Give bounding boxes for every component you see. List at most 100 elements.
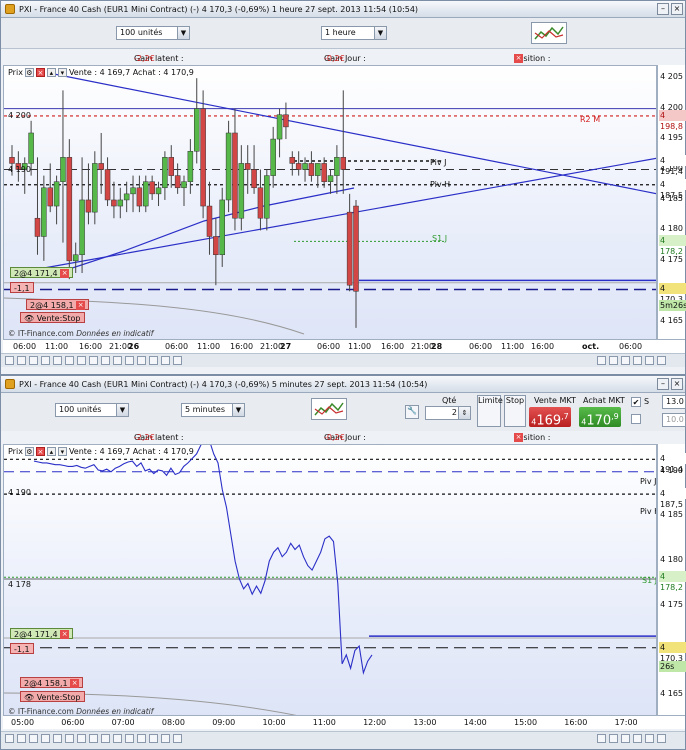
sell-market-button[interactable]: 4169,7 <box>529 407 571 428</box>
pl-value: -1,1 <box>14 284 30 293</box>
vente-stop-tag[interactable]: 👁 Vente:Stop <box>20 312 85 323</box>
scroll-left-icon[interactable] <box>621 356 630 365</box>
tool-icon[interactable] <box>173 734 182 743</box>
chart-type-icon[interactable] <box>531 22 567 44</box>
window-titlebar[interactable]: PXI - France 40 Cash (EUR1 Mini Contract… <box>1 376 685 393</box>
tool-icon[interactable] <box>5 734 14 743</box>
up-icon[interactable]: ▴ <box>46 68 56 77</box>
tool-icon[interactable] <box>17 734 26 743</box>
close-icon[interactable]: × <box>671 378 683 390</box>
stop-distance-field[interactable]: 13.0 <box>662 395 686 409</box>
stop-checkbox[interactable]: ✔ <box>631 397 641 407</box>
zoom-in-icon[interactable] <box>609 356 618 365</box>
stop-order-tag[interactable]: 2@4 158,1 × <box>26 299 90 310</box>
qty-stepper[interactable]: 2 ⇕ <box>425 406 471 420</box>
tool-icon[interactable] <box>125 734 134 743</box>
scroll-right-icon[interactable] <box>633 734 642 743</box>
tool-icon[interactable] <box>29 356 38 365</box>
tool-icon[interactable] <box>149 356 158 365</box>
buy-order-label: 2@4 171,4 <box>14 630 58 639</box>
print-icon[interactable] <box>657 734 666 743</box>
limit-checkbox[interactable] <box>631 414 641 424</box>
tool-icon[interactable] <box>89 356 98 365</box>
tool-icon[interactable] <box>89 734 98 743</box>
y-tick-label: 4 180 <box>660 224 683 234</box>
close-icon[interactable]: × <box>671 3 683 15</box>
close-icon[interactable]: × <box>70 679 80 688</box>
tool-icon[interactable] <box>65 734 74 743</box>
settings-icon[interactable]: ⚙ <box>24 68 34 77</box>
close-series-icon[interactable]: × <box>35 68 45 77</box>
close-position-icon[interactable]: × <box>514 433 523 442</box>
tool-icon[interactable] <box>41 734 50 743</box>
up-icon[interactable]: ▴ <box>46 447 56 456</box>
chart-type-icon[interactable] <box>311 398 347 420</box>
y-tick-label: 4 165 <box>660 689 683 699</box>
units-select-value: 100 unités <box>120 28 163 37</box>
scroll-right-icon[interactable] <box>633 356 642 365</box>
bear-candle <box>168 157 175 176</box>
tool-icon[interactable] <box>77 356 86 365</box>
refresh-icon[interactable] <box>645 356 654 365</box>
down-icon[interactable]: ▾ <box>57 447 67 456</box>
limit-distance-field[interactable]: 10.0 <box>662 413 686 427</box>
close-icon[interactable]: × <box>60 630 70 639</box>
tool-icon[interactable] <box>173 356 182 365</box>
scroll-left-icon[interactable] <box>621 734 630 743</box>
tool-icon[interactable] <box>53 356 62 365</box>
tool-icon[interactable] <box>161 356 170 365</box>
print-icon[interactable] <box>657 356 666 365</box>
time-axis-5min[interactable]: 05:00 06:00 07:00 08:00 09:00 10:00 11:00 12:00… <box>3 715 685 729</box>
close-icon[interactable]: × <box>76 301 86 310</box>
period-select[interactable]: 5 minutes ▼ <box>181 403 245 417</box>
refresh-icon[interactable] <box>645 734 654 743</box>
5min-chart-svg <box>4 445 656 718</box>
tool-icon[interactable] <box>101 356 110 365</box>
buy-order-tag[interactable]: 2@4 171,4 × <box>10 628 74 639</box>
tool-icon[interactable] <box>5 356 14 365</box>
buy-market-button[interactable]: 4170,9 <box>579 407 621 428</box>
vente-stop-tag[interactable]: 👁 Vente:Stop <box>20 691 85 702</box>
price-chart-5min[interactable]: Prix ⚙ × ▴ ▾ Vente : 4 169,7 Achat : 4 1… <box>3 444 657 722</box>
tool-icon[interactable] <box>41 356 50 365</box>
price-chart-hourly[interactable]: Prix ⚙ × ▴ ▾ Vente : 4 169,7 Achat : 4 1… <box>3 65 657 353</box>
tool-icon[interactable] <box>113 734 122 743</box>
tool-icon[interactable] <box>29 734 38 743</box>
time-axis-hourly[interactable]: 06:00 11:00 16:00 21:00 26 06:00 11:00 16:00 21:… <box>3 339 685 353</box>
close-position-icon[interactable]: × <box>514 54 523 63</box>
limit-order-button[interactable]: Limite <box>477 395 503 427</box>
bull-candle <box>334 157 340 176</box>
wrench-icon[interactable]: 🔧 <box>405 405 419 419</box>
settings-icon[interactable]: ⚙ <box>24 447 34 456</box>
tool-icon[interactable] <box>113 356 122 365</box>
tool-icon[interactable] <box>137 734 146 743</box>
minimize-icon[interactable]: – <box>657 3 669 15</box>
tool-icon[interactable] <box>53 734 62 743</box>
price-axis-5min[interactable]: 4 1904 1854 1804 1754 1704 1654 191,44 1… <box>657 444 686 722</box>
units-select[interactable]: 100 unités ▼ <box>55 403 129 417</box>
close-series-icon[interactable]: × <box>35 447 45 456</box>
zoom-in-icon[interactable] <box>609 734 618 743</box>
stop-order-button[interactable]: Stop <box>504 395 526 427</box>
tool-icon[interactable] <box>101 734 110 743</box>
tool-icon[interactable] <box>65 356 74 365</box>
close-icon[interactable]: × <box>60 269 70 278</box>
period-select[interactable]: 1 heure ▼ <box>321 26 387 40</box>
stop-order-tag[interactable]: 2@4 158,1 × <box>20 677 84 688</box>
tool-icon[interactable] <box>77 734 86 743</box>
zoom-out-icon[interactable] <box>597 356 606 365</box>
minimize-icon[interactable]: – <box>657 378 669 390</box>
down-icon[interactable]: ▾ <box>57 68 67 77</box>
tool-icon[interactable] <box>149 734 158 743</box>
tool-icon[interactable] <box>125 356 134 365</box>
buy-order-tag[interactable]: 2@4 171,4 × <box>10 267 74 278</box>
units-select[interactable]: 100 unités ▼ <box>116 26 190 40</box>
window-titlebar[interactable]: PXI - France 40 Cash (EUR1 Mini Contract… <box>1 1 685 18</box>
zoom-out-icon[interactable] <box>597 734 606 743</box>
tool-icon[interactable] <box>161 734 170 743</box>
bear-candle <box>66 157 73 262</box>
price-axis-hourly[interactable]: 4 2054 2004 1954 1904 1854 1804 1754 170… <box>657 65 686 353</box>
tool-icon[interactable] <box>17 356 26 365</box>
tool-icon[interactable] <box>137 356 146 365</box>
x-tick-label: 10:00 <box>262 718 286 727</box>
